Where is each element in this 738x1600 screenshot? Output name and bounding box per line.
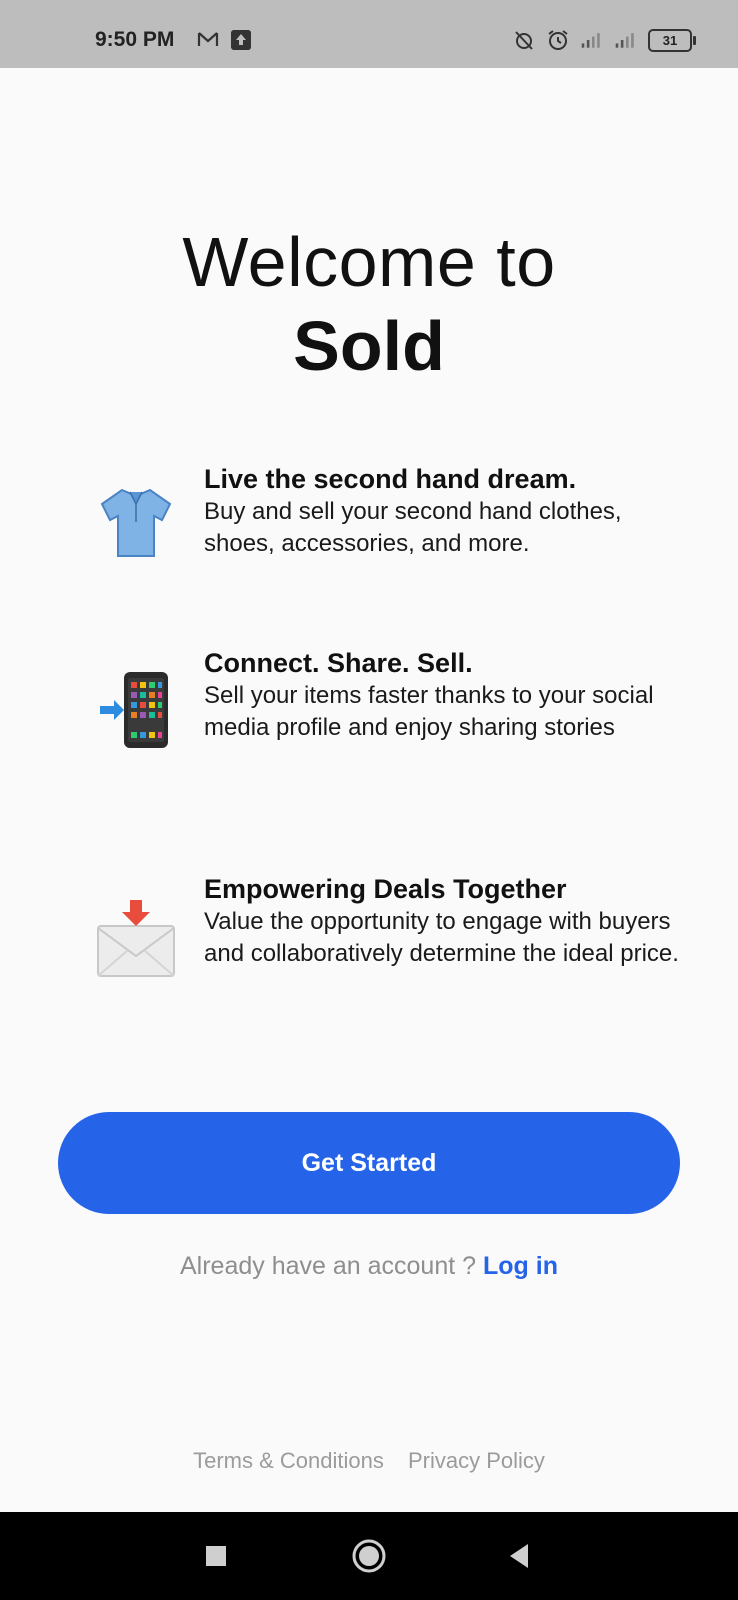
t-shirt-icon [100,488,172,557]
status-icons: 31 [512,28,696,52]
phone-arrow-icon [100,672,168,748]
signal-icon [581,33,600,48]
login-link[interactable]: Log in [483,1252,558,1280]
feature-item: Empowering Deals Together Value the oppo… [0,872,738,1012]
feature-item: Connect. Share. Sell. Sell your items fa… [0,646,738,786]
feature-description: Value the opportunity to engage with buy… [204,908,679,967]
envelope-arrow-icon [97,900,175,977]
status-time: 9:50 PM [95,28,175,51]
privacy-link[interactable]: Privacy Policy [408,1448,545,1473]
login-prompt: Already have an account ? [180,1252,477,1280]
recents-icon[interactable] [198,1538,234,1574]
system-nav-bar [0,1512,738,1600]
feature-title: Empowering Deals Together [204,874,567,904]
terms-link[interactable]: Terms & Conditions [193,1448,384,1473]
feature-item: Live the second hand dream. Buy and sell… [0,462,738,602]
home-icon[interactable] [351,1538,387,1574]
get-started-button[interactable]: Get Started [58,1112,680,1214]
login-prompt-row: Already have an account ? Log in [0,1252,738,1281]
alarm-icon [548,30,568,50]
feature-description: Sell your items faster thanks to your so… [204,682,654,741]
gmail-icon [197,32,219,46]
feature-title: Connect. Share. Sell. [204,648,473,678]
status-bar: 9:50 PM 31 [0,0,738,68]
upload-icon [231,30,251,50]
alarm-off-icon [515,31,533,50]
battery-icon: 31 [648,28,696,52]
feature-title: Live the second hand dream. [204,464,577,494]
brand-name: Sold [293,307,445,385]
welcome-heading: Welcome to [182,223,556,301]
feature-description: Buy and sell your second hand clothes, s… [204,498,622,557]
back-icon[interactable] [502,1538,538,1574]
footer-links: Terms & Conditions Privacy Policy [0,1448,738,1474]
signal-icon [615,33,634,48]
